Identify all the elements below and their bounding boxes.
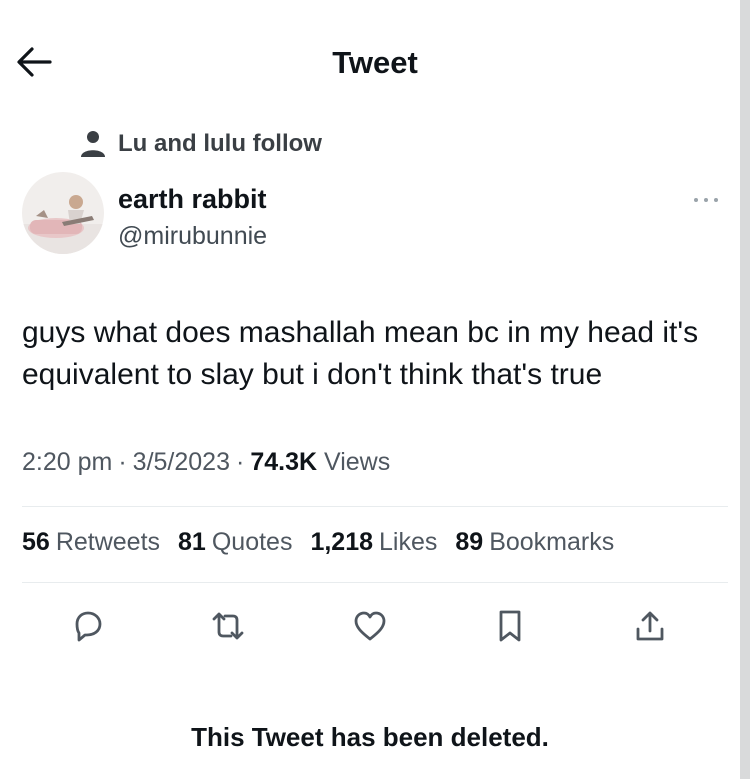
avatar[interactable] (22, 172, 104, 254)
bookmark-icon (499, 610, 521, 642)
like-button[interactable] (350, 606, 390, 646)
reply-icon (75, 611, 102, 642)
author-display-name[interactable]: earth rabbit (118, 184, 267, 215)
share-icon (636, 611, 664, 641)
divider (22, 506, 728, 507)
divider (22, 582, 728, 583)
bookmarks-label: Bookmarks (489, 528, 615, 556)
likes-label: Likes (379, 528, 438, 556)
likes-stat[interactable]: 1,218 Likes (310, 528, 437, 557)
person-icon (81, 131, 105, 157)
more-dots-icon (694, 198, 718, 202)
share-button[interactable] (630, 606, 670, 646)
views-count: 74.3K (250, 448, 318, 476)
quotes-stat[interactable]: 81 Quotes (178, 528, 292, 557)
tweet-text: guys what does mashallah mean bc in my h… (22, 316, 699, 391)
reply-button[interactable] (68, 606, 108, 646)
retweets-label: Retweets (55, 528, 161, 556)
tweet-meta: 2:20 pm · 3/5/2023 · 74.3K Views (22, 448, 390, 477)
retweet-button[interactable] (208, 606, 248, 646)
views-label: Views (324, 448, 391, 476)
deleted-notice: This Tweet has been deleted. (191, 722, 549, 752)
tweet-time[interactable]: 2:20 pm (22, 448, 112, 476)
top-bar: Tweet (0, 0, 750, 110)
separator: · (118, 448, 127, 476)
avatar-image (22, 172, 104, 254)
bookmarks-count: 89 (455, 528, 484, 556)
social-context[interactable]: Lu and lulu follow (80, 128, 322, 160)
quotes-label: Quotes (211, 528, 293, 556)
bookmark-button[interactable] (490, 606, 530, 646)
tweet-date[interactable]: 3/5/2023 (133, 448, 230, 476)
bookmarks-stat[interactable]: 89 Bookmarks (455, 528, 614, 557)
author-handle[interactable]: @mirubunnie (118, 222, 267, 251)
retweets-stat[interactable]: 56 Retweets (22, 528, 160, 557)
like-icon (354, 611, 386, 641)
retweets-count: 56 (22, 528, 50, 556)
page-title: Tweet (332, 45, 418, 80)
social-context-text: Lu and lulu follow (118, 130, 322, 157)
likes-count: 1,218 (310, 528, 374, 556)
engagement-stats: 56 Retweets 81 Quotes 1,218 Likes 89 Bookmar… (22, 528, 614, 557)
separator: · (236, 448, 245, 476)
screen-edge (740, 0, 750, 779)
quotes-count: 81 (178, 528, 206, 556)
more-options-button[interactable] (688, 188, 724, 212)
retweet-icon (212, 612, 244, 640)
